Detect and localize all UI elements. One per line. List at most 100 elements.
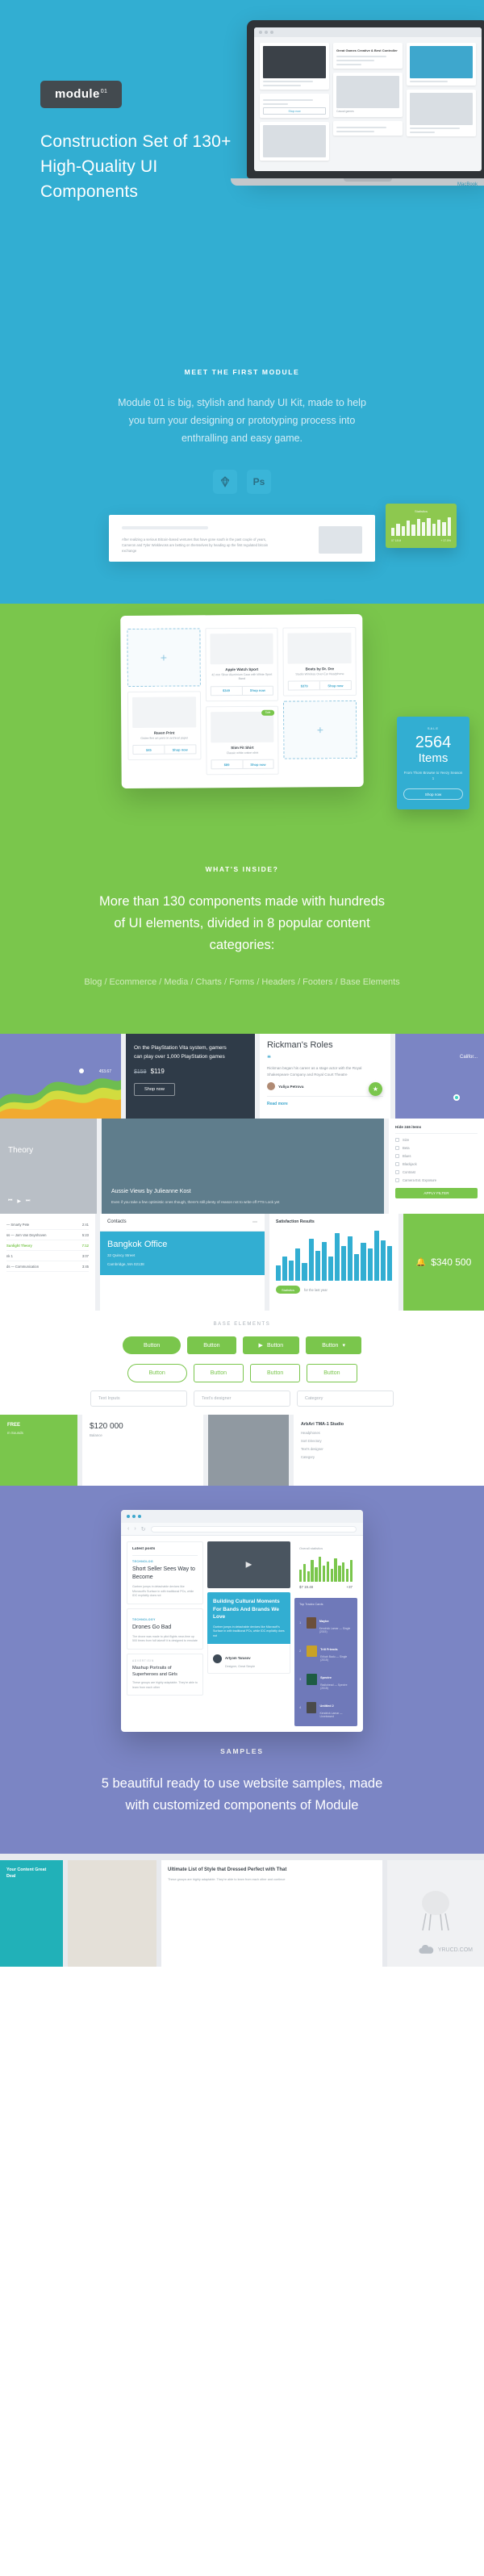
bigsur-media-card[interactable]: Aussie Views by Julieanne Kost Even if y…: [102, 1119, 384, 1214]
filter-checkbox[interactable]: [395, 1138, 399, 1142]
button-ghost[interactable]: Button: [193, 1364, 244, 1382]
star-fab-icon[interactable]: ★: [369, 1082, 382, 1096]
track-row[interactable]: 3 Spectre Radiohead — Spectre (2015): [299, 1665, 353, 1693]
studio-row: Headphones: [301, 1431, 320, 1435]
footer-article-card[interactable]: Ultimate List of Style that Dressed Perf…: [161, 1860, 382, 1967]
statistics-pill[interactable]: Statistics: [276, 1286, 301, 1294]
chart-card-title: Statistics: [414, 509, 428, 513]
track-row[interactable]: 4 Untitled 2 Kendrick Lamar — Unreleased: [299, 1693, 353, 1721]
product-card[interactable]: Raven Print Giclee fine art print on arc…: [127, 691, 202, 761]
map-pin-icon[interactable]: [453, 1094, 460, 1101]
landing-page: module01 Construction Set of 130+ High-Q…: [0, 0, 484, 1967]
post-body: Gartner jumps in detachable devices like…: [132, 1585, 194, 1598]
back-icon[interactable]: ‹: [127, 1526, 129, 1532]
items-badge-shop-button[interactable]: Shop now: [403, 788, 463, 800]
prev-icon[interactable]: ⏮: [8, 1198, 12, 1204]
chart-card-left-label: 07 18 M: [391, 539, 402, 542]
text-input-field[interactable]: Text Inputs: [90, 1390, 187, 1407]
track-time: 3:45: [81, 1264, 89, 1269]
product-card[interactable]: Sale Slim Fit Shirt Classic white cotton…: [205, 705, 279, 776]
studio-title: ArbAri TMA-1 Studio: [301, 1422, 344, 1427]
url-bar[interactable]: [150, 1525, 357, 1533]
product-cta[interactable]: Shop now: [164, 745, 196, 755]
account-balance-card: $120 000 Balance: [82, 1415, 203, 1486]
window-dot-minimize[interactable]: [132, 1515, 136, 1518]
tablet-mockup-wrap: + Raven Print Giclee fine art print on a…: [0, 604, 484, 862]
play-icon[interactable]: ▶: [246, 1561, 252, 1570]
studio-product-card[interactable]: ArbAri TMA-1 Studio Headphones Sort Dire…: [294, 1415, 484, 1486]
map-label: Califor...: [459, 1055, 478, 1060]
footer-card-title: Your Content Great Deal: [6, 1867, 47, 1879]
samples-section: ‹ › ↻ Latest posts TECHNOLOG Short Selle…: [0, 1486, 484, 1854]
filter-checkbox[interactable]: [395, 1154, 399, 1158]
window-dot-close[interactable]: [127, 1515, 130, 1518]
rickman-blog-card[interactable]: Rickman's Roles ❝ Rickman began his care…: [260, 1034, 390, 1119]
next-icon[interactable]: ⏭: [26, 1198, 30, 1204]
product-card[interactable]: Apple Watch Sport 42 mm Silver Aluminium…: [205, 627, 279, 702]
playlist-row[interactable]: — Smarty Pete 2:41: [6, 1219, 89, 1230]
filter-checkbox[interactable]: [395, 1170, 399, 1174]
items-badge-number: 2564: [415, 734, 452, 751]
rickman-read-more[interactable]: Read more: [267, 1096, 383, 1106]
mock-card: [260, 122, 329, 161]
button-pill[interactable]: Button: [123, 1336, 182, 1354]
blue-feature-card[interactable]: Building Cultural Moments For Bands And …: [207, 1592, 290, 1675]
button-with-icon[interactable]: ▶ Button: [242, 1336, 300, 1354]
category-input-field[interactable]: Category: [297, 1390, 394, 1407]
whats-inside-header: WHAT'S INSIDE? More than 130 components …: [0, 862, 484, 990]
album-art: [307, 1645, 318, 1657]
statistics-bars: [276, 1231, 392, 1281]
reload-icon[interactable]: ↻: [141, 1526, 146, 1533]
footer-teal-card[interactable]: Your Content Great Deal: [0, 1860, 63, 1967]
product-cta[interactable]: Shop now: [319, 681, 351, 690]
filter-checkbox[interactable]: [395, 1178, 399, 1182]
product-cta[interactable]: Shop now: [242, 759, 273, 769]
playlist-row-active[interactable]: Sunlight Theory 7:12: [6, 1240, 89, 1251]
playlist-row[interactable]: ss — Jorn Van Deynhoven 5:23: [6, 1230, 89, 1240]
theory-media-card[interactable]: Theory ⏮ ▶ ⏭: [0, 1119, 97, 1214]
sketch-icon[interactable]: [213, 470, 237, 494]
apply-filter-button[interactable]: APPLY FILTER: [395, 1188, 478, 1198]
product-cta[interactable]: Shop now: [241, 686, 273, 695]
playstation-product-card[interactable]: On the PlayStation Vita system, gamers c…: [126, 1034, 255, 1119]
browser-titlebar: [121, 1510, 363, 1523]
track-row[interactable]: 1 Maybe Kendrick Lamar — Single (2015): [299, 1608, 353, 1637]
filter-checkbox[interactable]: [395, 1146, 399, 1150]
mock-card: [407, 43, 476, 86]
track-sub: Radiohead — Spectre (2015): [320, 1683, 348, 1690]
play-icon[interactable]: ▶: [17, 1198, 21, 1204]
footer-food-photo: [68, 1860, 156, 1967]
button-ghost-3[interactable]: Button: [307, 1364, 357, 1382]
track-time: 5:23: [81, 1232, 89, 1237]
placeholder-card: +: [127, 628, 201, 687]
playlist-row[interactable]: nk 1 3:07: [6, 1251, 89, 1261]
forward-icon[interactable]: ›: [134, 1526, 136, 1532]
photoshop-icon[interactable]: Ps: [247, 470, 271, 494]
bigsur-sub: Even if you take a few optimistic ones t…: [111, 1200, 280, 1204]
media-player-controls[interactable]: ⏮ ▶ ⏭: [8, 1198, 89, 1204]
track-row[interactable]: 2 Trill Friends Erikah Badu — Single (2015…: [299, 1637, 353, 1665]
button-default[interactable]: Button: [187, 1336, 236, 1354]
browser-mockup-wrap: ‹ › ↻ Latest posts TECHNOLOG Short Selle…: [0, 1486, 484, 1744]
window-dot-zoom[interactable]: [138, 1515, 141, 1518]
playlist-component[interactable]: — Smarty Pete 2:41 ss — Jorn Van Deynhove…: [0, 1214, 95, 1311]
window-dot-close: [259, 31, 262, 34]
chart-card-bars: [391, 516, 451, 536]
button-ghost-2[interactable]: Button: [250, 1364, 301, 1382]
designer-input-field[interactable]: Text's designer: [194, 1390, 290, 1407]
button-dropdown[interactable]: Button ▾: [306, 1336, 361, 1354]
playstation-shop-button[interactable]: Shop now: [134, 1083, 175, 1096]
contacts-component: Contacts ⋯ Bangkok Office 32 Quincy Stre…: [100, 1214, 265, 1311]
more-icon[interactable]: ⋯: [252, 1219, 257, 1225]
filter-checkbox[interactable]: [395, 1162, 399, 1166]
advertisement-card[interactable]: ADVERTISIN Mashup Portraits of Superhero…: [127, 1653, 203, 1696]
drones-post-card[interactable]: TECHNOLOGY Drones Go Bad The drone was m…: [127, 1608, 203, 1650]
post-headline: Short Seller Sees Way to Become: [132, 1566, 195, 1580]
window-dot-zoom: [270, 31, 273, 34]
free-download-card[interactable]: FREE m Sounds: [0, 1415, 77, 1486]
playlist-row[interactable]: ds — Communication 3:45: [6, 1261, 89, 1272]
filter-panel[interactable]: Hide 246 items Size Beta Blues Blackjack…: [389, 1119, 484, 1214]
hero-section: module01 Construction Set of 130+ High-Q…: [0, 0, 484, 339]
product-card[interactable]: Beats by Dr. Dre Studio Wireless Over-Ea…: [282, 627, 357, 697]
button-ghost-pill[interactable]: Button: [127, 1364, 187, 1382]
